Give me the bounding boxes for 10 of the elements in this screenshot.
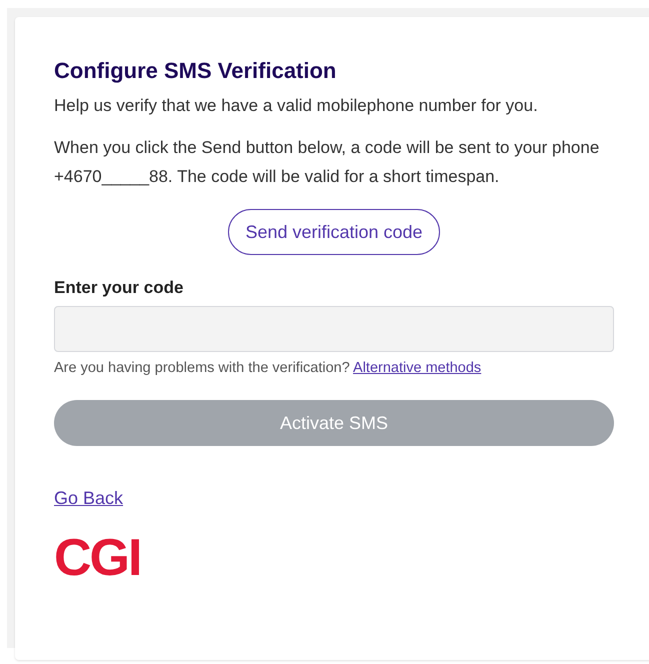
code-input-field[interactable] bbox=[54, 306, 614, 352]
alternative-methods-link[interactable]: Alternative methods bbox=[353, 360, 482, 376]
page-title: Configure SMS Verification bbox=[54, 57, 338, 85]
logo: CGI bbox=[54, 535, 140, 581]
explanation-text: When you click the Send button below, a code will be sent to your phone +4670_____88. The code will be valid for a short timespan. bbox=[54, 137, 600, 188]
code-label: Enter your code bbox=[54, 278, 184, 298]
help-text: Are you having problems with the verification? Alternative methods bbox=[54, 360, 482, 376]
send-code-button[interactable]: Send verification code bbox=[228, 209, 440, 255]
intro-text: Help us verify that we have a valid mobilephone number for you. bbox=[54, 95, 539, 117]
go-back-link[interactable]: Go Back bbox=[54, 488, 124, 509]
